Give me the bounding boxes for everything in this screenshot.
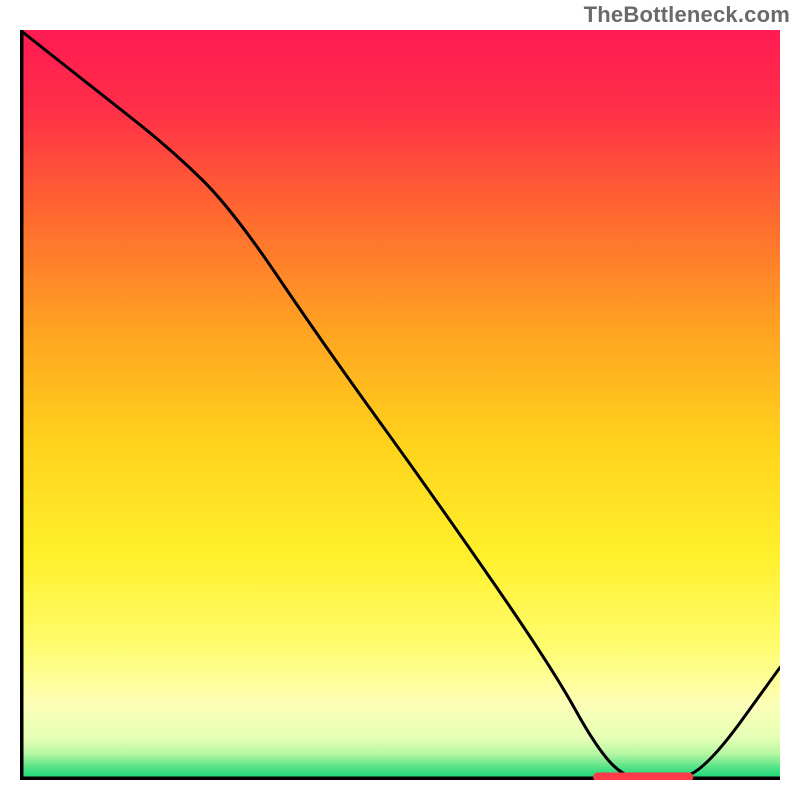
gradient-background <box>20 30 780 780</box>
chart-container <box>20 30 780 780</box>
watermark-text: TheBottleneck.com <box>584 2 790 28</box>
bottleneck-curve-chart <box>20 30 780 780</box>
